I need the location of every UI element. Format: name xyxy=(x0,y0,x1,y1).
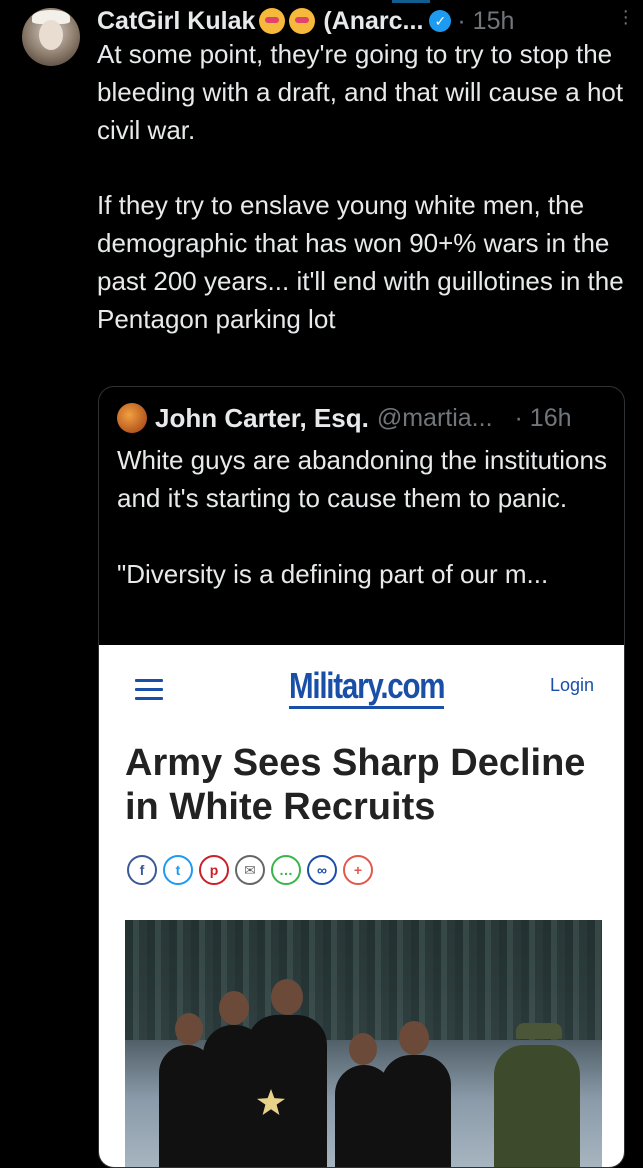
heart-eyes-cat-icon xyxy=(259,8,286,34)
verified-badge-icon[interactable]: ✓ xyxy=(429,10,452,32)
tweet-header: CatGirl Kulak (Anarc... ✓ · 15h xyxy=(97,4,627,38)
quoted-avatar xyxy=(117,403,147,433)
login-link: Login xyxy=(549,675,594,695)
tweet-paragraph: If they try to enslave young white men, … xyxy=(97,190,624,334)
tweet-paragraph: At some point, they're going to try to s… xyxy=(97,39,624,145)
quoted-paragraph: White guys are abandoning the institutio… xyxy=(117,445,607,513)
officer-cap xyxy=(516,1023,562,1039)
quoted-tweet-header: John Carter, Esq. @martia... · 16h xyxy=(117,401,572,435)
tweet-timestamp[interactable]: · 15h xyxy=(457,7,514,36)
hamburger-menu-icon xyxy=(135,679,163,706)
share-bar: f t p ✉ … ∞ + xyxy=(127,855,379,885)
quoted-author-handle: @martia... xyxy=(376,403,493,432)
quoted-author-name: John Carter, Esq. xyxy=(155,402,369,433)
recruit-head xyxy=(271,979,303,1015)
quoted-tweet-body: White guys are abandoning the institutio… xyxy=(117,441,607,593)
quoted-paragraph: "Diversity is a defining part of our m..… xyxy=(117,559,549,589)
article-title: Army Sees Sharp Decline in White Recruit… xyxy=(125,742,586,828)
officer-figure xyxy=(494,1045,580,1167)
sms-icon: … xyxy=(271,855,301,885)
twitter-icon: t xyxy=(163,855,193,885)
recruit-head xyxy=(349,1033,377,1065)
plus-icon: + xyxy=(343,855,373,885)
author-name[interactable]: CatGirl Kulak xyxy=(97,7,255,36)
recruit-figure xyxy=(381,1055,451,1167)
recruit-head xyxy=(399,1021,429,1055)
pinterest-icon: p xyxy=(199,855,229,885)
author-name-suffix[interactable]: (Anarc... xyxy=(323,7,423,36)
email-icon: ✉ xyxy=(235,855,265,885)
recruit-head xyxy=(175,1013,203,1045)
recruit-head xyxy=(219,991,249,1025)
facebook-icon: f xyxy=(127,855,157,885)
article-photo xyxy=(125,920,602,1167)
tweet-body: At some point, they're going to try to s… xyxy=(97,36,627,339)
recruit-figure xyxy=(247,1015,327,1167)
crying-cat-icon xyxy=(289,8,316,34)
quoted-tweet[interactable]: John Carter, Esq. @martia... · 16h White… xyxy=(98,386,625,1168)
more-options-icon[interactable]: · · · xyxy=(622,1,629,33)
avatar[interactable] xyxy=(22,8,80,66)
article-screenshot: Military.com Login Army Sees Sharp Decli… xyxy=(99,645,624,1167)
site-logo: Military.com xyxy=(289,667,446,709)
link-icon: ∞ xyxy=(307,855,337,885)
avatar-face xyxy=(39,20,63,50)
top-accent-line xyxy=(392,0,430,3)
quoted-timestamp: · 16h xyxy=(514,403,572,432)
